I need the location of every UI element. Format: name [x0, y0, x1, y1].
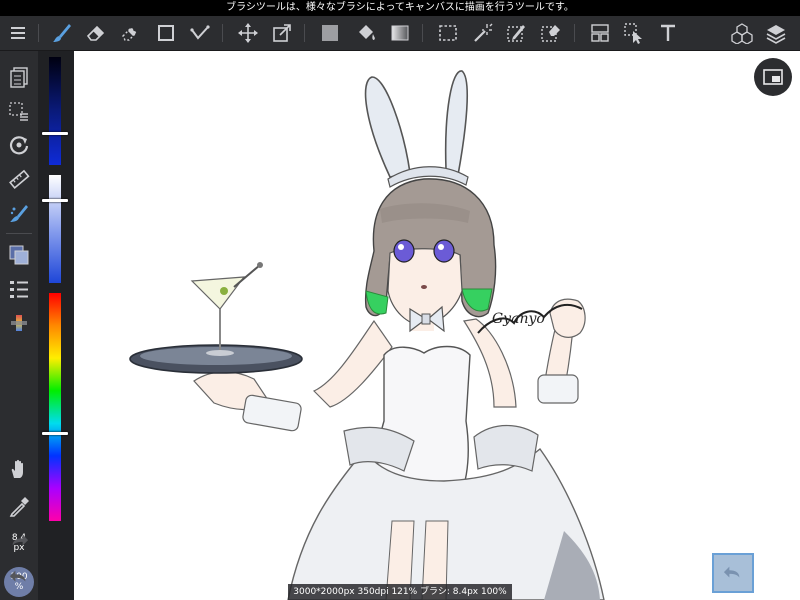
page-manager-button[interactable]: [5, 63, 33, 91]
fill-color-button[interactable]: [316, 19, 344, 47]
hand-icon: [11, 459, 23, 478]
layers-icon: [766, 25, 786, 44]
correction-icon: [190, 25, 210, 40]
canvas-info-bar: 3000*2000px 350dpi 121% ブラシ: 8.4px 100%: [288, 584, 512, 600]
operation-icon: [624, 23, 642, 44]
redo-arrow-icon: [12, 534, 29, 546]
pages-icon: [10, 67, 28, 88]
saturation-slider-thumb[interactable]: [42, 199, 68, 202]
selection-eraser-button[interactable]: [116, 19, 144, 47]
operation-tool-button[interactable]: [620, 19, 648, 47]
shape-tool-button[interactable]: [152, 19, 180, 47]
color-swatch-icon: [9, 245, 29, 265]
move-tool-button[interactable]: [234, 19, 262, 47]
navigator-button[interactable]: [754, 58, 792, 96]
left-tool-column: 8.4 px 100 %: [0, 51, 38, 600]
bucket-icon: [359, 25, 375, 40]
text-icon: [661, 24, 675, 41]
rotate-canvas-button[interactable]: [5, 131, 33, 159]
hand-tool-button[interactable]: [5, 455, 33, 483]
material-icon: [731, 23, 753, 44]
eyedropper-button[interactable]: [5, 493, 33, 521]
material-button[interactable]: [728, 19, 756, 47]
transform-icon: [273, 24, 291, 42]
color-mix-icon: [11, 315, 27, 331]
toolbar-divider: [422, 24, 423, 42]
frame-divider-icon: [591, 24, 609, 42]
color-sliders-panel: [38, 51, 74, 600]
gradient-icon: [391, 25, 409, 41]
brush-tool-button[interactable]: [48, 19, 76, 47]
selection-menu-icon: [9, 102, 28, 121]
layers-button[interactable]: [762, 19, 790, 47]
eraser-tool-button[interactable]: [82, 19, 110, 47]
selection-eraser-icon: [122, 27, 137, 41]
brush-settings-button[interactable]: [5, 199, 33, 227]
ruler-button[interactable]: [5, 165, 33, 193]
hue-slider[interactable]: [42, 293, 68, 521]
select-eraser-icon: [541, 25, 560, 42]
transform-tool-button[interactable]: [268, 19, 296, 47]
toolbar-divider: [574, 24, 575, 42]
color-swatch-button[interactable]: [5, 241, 33, 269]
shape-icon: [158, 25, 174, 41]
brightness-slider-thumb[interactable]: [42, 132, 68, 135]
layer-list-icon: [10, 281, 28, 298]
hue-slider-thumb[interactable]: [42, 432, 68, 435]
floating-undo-button[interactable]: [712, 553, 754, 593]
frame-divider-button[interactable]: [586, 19, 614, 47]
select-tool-button[interactable]: [434, 19, 462, 47]
fill-color-icon: [322, 25, 338, 41]
move-icon: [238, 23, 258, 43]
toolbar-divider: [222, 24, 223, 42]
magic-wand-button[interactable]: [468, 19, 496, 47]
brush-settings-icon: [10, 205, 28, 222]
left-divider: [6, 233, 32, 234]
toolbar-divider: [304, 24, 305, 42]
saturation-slider[interactable]: [42, 175, 68, 283]
text-tool-button[interactable]: [654, 19, 682, 47]
main-toolbar: [0, 16, 800, 51]
color-mix-button[interactable]: [5, 309, 33, 337]
selection-menu-button[interactable]: [5, 97, 33, 125]
bucket-tool-button[interactable]: [352, 19, 380, 47]
navigator-icon: [763, 69, 783, 85]
eyedropper-icon: [9, 497, 29, 517]
ruler-icon: [9, 169, 30, 189]
toolbar-divider: [38, 24, 39, 42]
undo-arrow-icon: [9, 570, 26, 582]
artwork: Gyanyo: [129, 70, 605, 600]
layer-list-button[interactable]: [5, 275, 33, 303]
select-eraser-button[interactable]: [536, 19, 564, 47]
eraser-icon: [86, 25, 105, 41]
select-pen-icon: [507, 25, 525, 42]
magic-wand-icon: [474, 23, 493, 42]
redo-arrow-button[interactable]: [5, 530, 33, 552]
select-icon: [439, 25, 457, 41]
menu-button[interactable]: [4, 19, 32, 47]
menu-icon: [11, 27, 25, 39]
undo-arrow-button[interactable]: [5, 566, 33, 588]
undo-icon: [723, 566, 740, 578]
brightness-slider[interactable]: [42, 57, 68, 165]
drawing-canvas[interactable]: Gyanyo: [74, 51, 800, 600]
select-pen-button[interactable]: [502, 19, 530, 47]
signature-text: Gyanyo: [492, 311, 545, 327]
correction-tool-button[interactable]: [186, 19, 214, 47]
gradient-tool-button[interactable]: [386, 19, 414, 47]
status-bar-hint: ブラシツールは、様々なブラシによってキャンバスに描画を行うツールです。: [0, 0, 800, 16]
rotate-icon: [9, 136, 29, 155]
brush-icon: [53, 24, 71, 42]
